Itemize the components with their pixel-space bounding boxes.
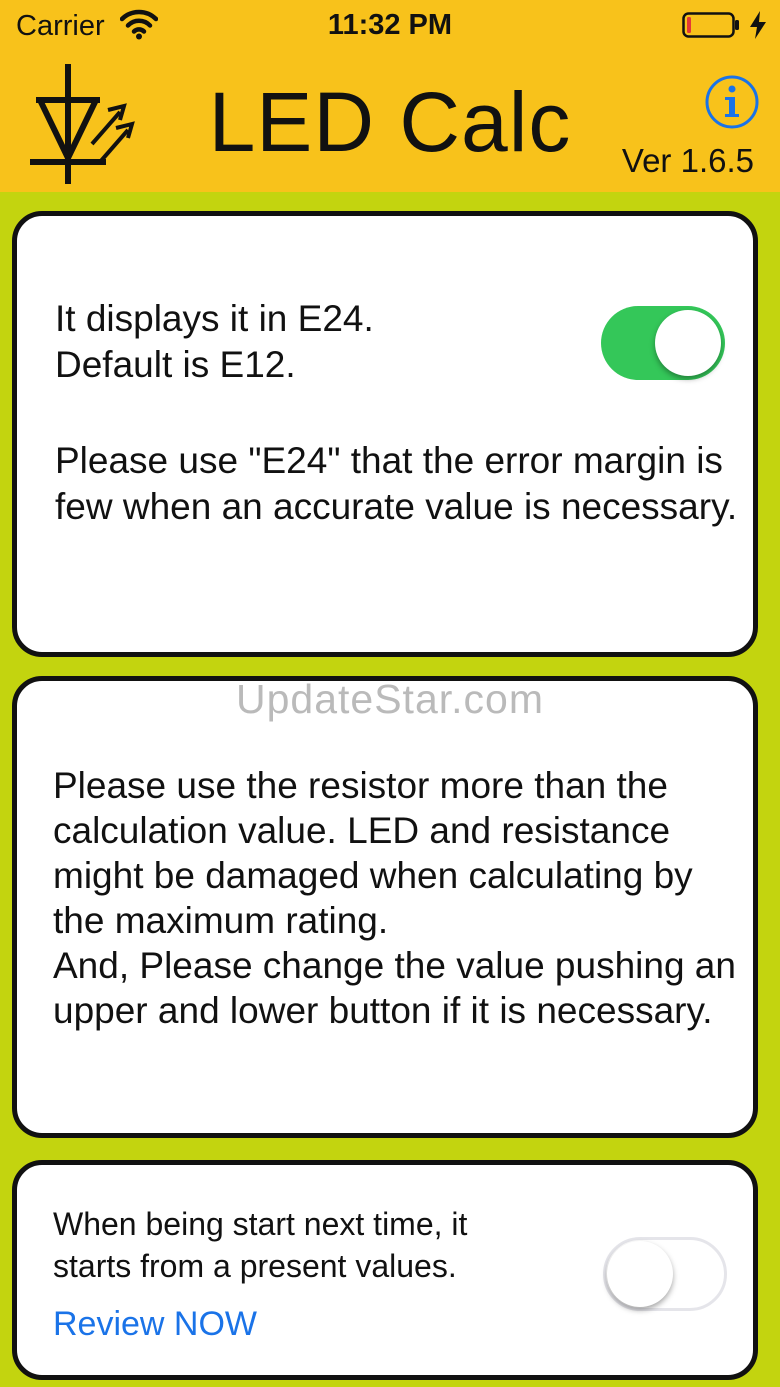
info-icon[interactable]: [704, 74, 760, 130]
toggle-knob: [655, 310, 721, 376]
review-now-link[interactable]: Review NOW: [53, 1305, 257, 1344]
clock: 11:32 PM: [327, 9, 453, 41]
charging-bolt-icon: [750, 11, 766, 39]
resistor-notice-text: Please use the resistor more than the ca…: [53, 765, 736, 1031]
restore-setting-card: When being start next time, it starts fr…: [12, 1160, 758, 1380]
app-header: LED Calc Ver 1.6.5: [0, 52, 780, 192]
watermark: UpdateStar.com: [236, 676, 544, 722]
e24-setting-label: It displays it in E24. Default is E12.: [55, 298, 374, 385]
restore-setting-label: When being start next time, it starts fr…: [53, 1206, 468, 1284]
version-label: Ver 1.6.5: [621, 142, 754, 179]
e24-setting-card: It displays it in E24. Default is E12. P…: [12, 211, 758, 657]
resistor-notice-card: Please use the resistor more than the ca…: [12, 676, 758, 1138]
battery-icon: [682, 12, 739, 38]
status-bar: Carrier 11:32 PM: [0, 0, 780, 52]
restore-toggle[interactable]: [603, 1237, 727, 1311]
toggle-knob: [607, 1241, 673, 1307]
e24-description: Please use "E24" that the error margin i…: [55, 440, 738, 527]
e24-toggle[interactable]: [601, 306, 725, 380]
